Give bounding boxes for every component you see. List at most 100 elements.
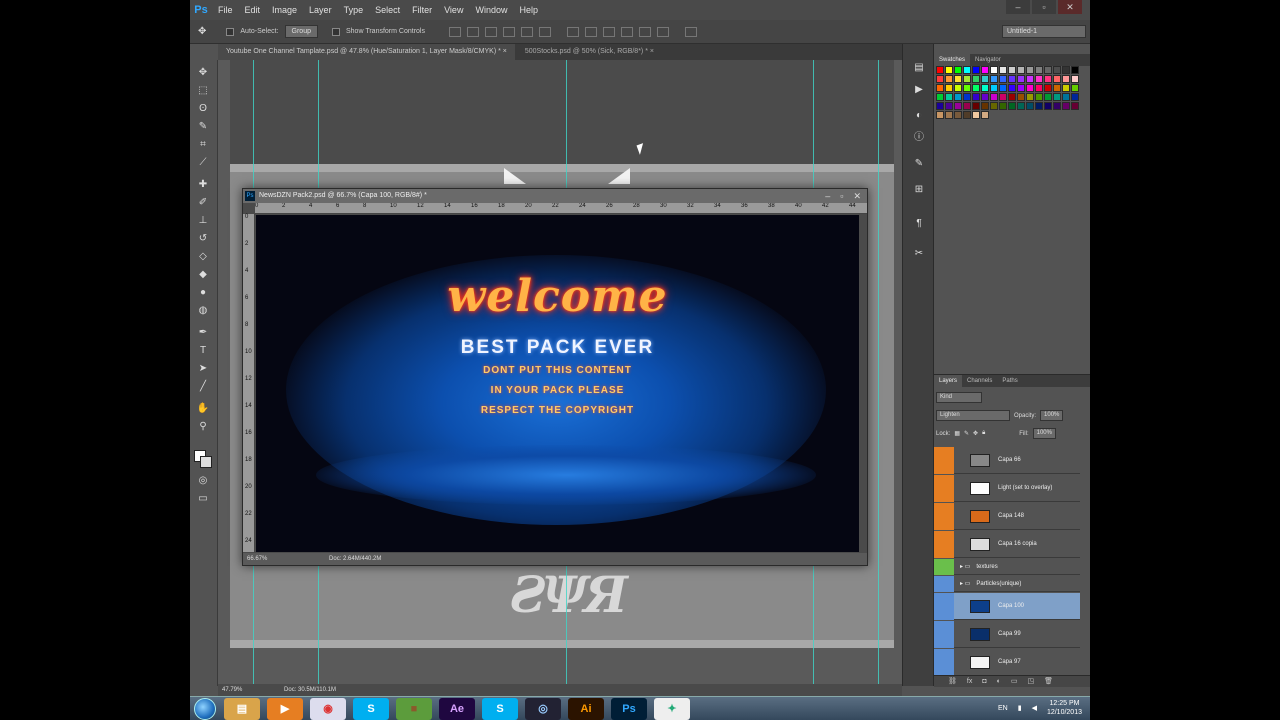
layer-row[interactable]: Capa 16 copia: [934, 530, 1080, 558]
artwork-canvas[interactable]: welcome BEST PACK EVER DONT PUT THIS CON…: [256, 215, 859, 552]
menu-type[interactable]: Type: [338, 5, 370, 15]
crop-tool-icon[interactable]: ⌗: [195, 138, 211, 152]
close-icon[interactable]: ✕: [853, 189, 861, 203]
menu-edit[interactable]: Edit: [239, 5, 267, 15]
menu-filter[interactable]: Filter: [406, 5, 438, 15]
visibility-eye-icon[interactable]: [934, 530, 954, 558]
color-swatch[interactable]: [1017, 84, 1025, 92]
color-swatch[interactable]: [963, 75, 971, 83]
visibility-eye-icon[interactable]: [934, 446, 954, 474]
color-swatch[interactable]: [936, 75, 944, 83]
healing-brush-tool-icon[interactable]: ✚: [195, 178, 211, 192]
color-swatch[interactable]: [990, 75, 998, 83]
color-swatch[interactable]: [981, 102, 989, 110]
color-swatch[interactable]: [1017, 66, 1025, 74]
color-swatch[interactable]: [972, 102, 980, 110]
color-swatch[interactable]: [954, 93, 962, 101]
color-swatch[interactable]: [1071, 93, 1079, 101]
color-swatch[interactable]: [936, 84, 944, 92]
eraser-tool-icon[interactable]: ◇: [195, 250, 211, 264]
distribute-hcenter-icon[interactable]: [638, 26, 651, 37]
color-swatch[interactable]: [963, 102, 971, 110]
distribute-left-icon[interactable]: [620, 26, 633, 37]
color-swatch[interactable]: [936, 102, 944, 110]
taskbar-tool-icon[interactable]: ✦: [654, 697, 690, 720]
color-swatch[interactable]: [1008, 75, 1016, 83]
color-swatch[interactable]: [1008, 84, 1016, 92]
line-tool-icon[interactable]: ╱: [195, 380, 211, 394]
screen-mode-icon[interactable]: ▭: [195, 492, 211, 506]
color-swatch[interactable]: [972, 111, 980, 119]
color-swatch[interactable]: [972, 84, 980, 92]
menu-select[interactable]: Select: [369, 5, 406, 15]
color-swatch[interactable]: [936, 93, 944, 101]
delete-layer-icon[interactable]: 🗑︎: [1044, 676, 1053, 687]
taskbar-media-icon[interactable]: ▶: [267, 697, 303, 720]
floating-window-titlebar[interactable]: Ps NewsDZN Pack2.psd @ 66.7% (Capa 100, …: [243, 189, 867, 203]
align-bottom-icon[interactable]: [484, 26, 497, 37]
color-swatch[interactable]: [1035, 102, 1043, 110]
kind-filter-dropdown[interactable]: Kind: [936, 392, 982, 403]
color-swatch[interactable]: [1062, 66, 1070, 74]
color-swatch[interactable]: [954, 84, 962, 92]
color-swatch[interactable]: [1026, 84, 1034, 92]
menu-layer[interactable]: Layer: [303, 5, 338, 15]
color-swatch[interactable]: [999, 93, 1007, 101]
color-swatch[interactable]: [1053, 66, 1061, 74]
taskbar-minecraft-icon[interactable]: ■: [396, 697, 432, 720]
adjustments-icon[interactable]: ◐: [912, 110, 926, 122]
tool-presets-icon[interactable]: ✂: [912, 248, 926, 260]
guide-line[interactable]: [878, 60, 879, 686]
path-select-tool-icon[interactable]: ➤: [195, 362, 211, 376]
folder-icon[interactable]: ▸ ▭: [960, 580, 970, 587]
color-swatch[interactable]: [999, 102, 1007, 110]
color-swatch[interactable]: [1044, 84, 1052, 92]
color-swatch[interactable]: [1053, 84, 1061, 92]
align-vcenter-icon[interactable]: [466, 26, 479, 37]
color-swatch[interactable]: [981, 66, 989, 74]
tab-channels[interactable]: Channels: [962, 375, 997, 387]
color-swatch[interactable]: [1035, 75, 1043, 83]
layer-group-row[interactable]: ▸ ▭ Particles(unique): [934, 575, 1080, 592]
distribute-bottom-icon[interactable]: [602, 26, 615, 37]
move-tool-icon[interactable]: ✥: [195, 66, 211, 80]
paint-bucket-tool-icon[interactable]: ◆: [195, 268, 211, 282]
adjustment-layer-icon[interactable]: ◐: [997, 676, 1001, 687]
menu-window[interactable]: Window: [469, 5, 513, 15]
transform-controls-checkbox[interactable]: [332, 27, 340, 36]
color-swatch[interactable]: [1071, 66, 1079, 74]
doc-size[interactable]: Doc: 30.5M/110.1M: [284, 687, 336, 693]
tab-swatches[interactable]: Swatches: [934, 54, 971, 66]
clone-source-icon[interactable]: ⊞: [912, 184, 926, 196]
color-swatch[interactable]: [1071, 102, 1079, 110]
layer-row[interactable]: Capa 97: [934, 648, 1080, 676]
color-swatch[interactable]: [945, 75, 953, 83]
layer-row[interactable]: Light (set to overlay): [934, 474, 1080, 502]
opacity-input[interactable]: 100%: [1040, 410, 1064, 421]
vertical-ruler[interactable]: 0 2 4 6 8 10 12 14 16 18 20 22 24: [243, 214, 255, 552]
color-swatch[interactable]: [1008, 66, 1016, 74]
color-swatch[interactable]: [1008, 102, 1016, 110]
add-mask-icon[interactable]: ◘: [982, 676, 986, 687]
quick-mask-icon[interactable]: ◎: [195, 474, 211, 488]
history-brush-tool-icon[interactable]: ↺: [195, 232, 211, 246]
color-swatch[interactable]: [1008, 93, 1016, 101]
visibility-eye-icon[interactable]: [934, 648, 954, 676]
hand-tool-icon[interactable]: ✋: [195, 402, 211, 416]
visibility-eye-icon[interactable]: [934, 558, 954, 575]
lock-pixels-icon[interactable]: ✎: [964, 430, 969, 437]
color-swatch[interactable]: [954, 102, 962, 110]
color-swatch[interactable]: [972, 93, 980, 101]
color-swatch[interactable]: [945, 84, 953, 92]
color-swatch[interactable]: [945, 66, 953, 74]
minimize-icon[interactable]: ‒: [825, 189, 830, 203]
color-swatch[interactable]: [1017, 102, 1025, 110]
new-group-icon[interactable]: ▭: [1011, 676, 1018, 687]
menu-file[interactable]: File: [212, 5, 239, 15]
color-swatch[interactable]: [1044, 66, 1052, 74]
color-swatch[interactable]: [1035, 93, 1043, 101]
tab-500stocks[interactable]: 500Stocks.psd @ 50% (Sick, RGB/8*) * ×: [516, 44, 662, 60]
taskbar-explorer-icon[interactable]: ▤: [224, 697, 260, 720]
color-swatch[interactable]: [1062, 84, 1070, 92]
color-swatch[interactable]: [1053, 75, 1061, 83]
